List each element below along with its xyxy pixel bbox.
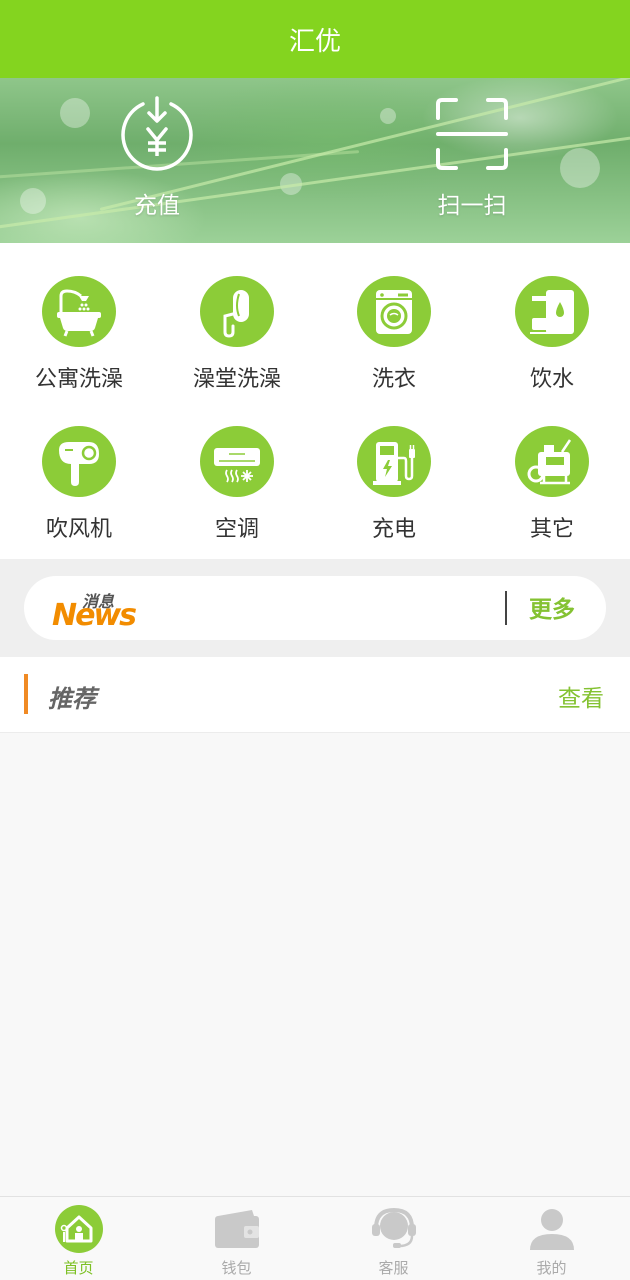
water-dispenser-icon (530, 289, 574, 334)
other-device-icon (527, 438, 572, 484)
service-label: 充电 (371, 517, 416, 542)
recommend-view-link[interactable]: 查看 (558, 679, 604, 713)
recommend-section: 推荐 查看 (0, 657, 630, 733)
service-icon-circle (200, 426, 274, 497)
service-icon-circle (42, 276, 116, 347)
home-icon (53, 1203, 105, 1255)
tab-home[interactable]: 首页 (0, 1197, 157, 1280)
air-conditioner-icon (214, 447, 260, 482)
service-label: 饮水 (529, 367, 574, 392)
news-logo: 消息 News (52, 588, 137, 633)
service-label: 洗衣 (371, 367, 416, 392)
shower-head-icon (223, 289, 249, 338)
tab-label: 我的 (536, 1259, 567, 1277)
recommend-title: 推荐 (48, 685, 96, 713)
banner-bokeh (380, 108, 396, 124)
service-hair-dryer[interactable]: 吹风机 (0, 393, 158, 543)
headset-icon (368, 1203, 420, 1255)
banner-bokeh (560, 148, 600, 188)
service-other[interactable]: 其它 (473, 393, 630, 543)
service-air-conditioner[interactable]: 空调 (158, 393, 316, 543)
news-logo-en: News (52, 598, 137, 633)
banner-bokeh (60, 98, 90, 128)
service-drinking-water[interactable]: 饮水 (473, 243, 630, 393)
service-label: 其它 (529, 517, 574, 542)
app-title: 汇优 (288, 26, 341, 57)
service-icon-circle (200, 276, 274, 347)
wallet-icon (211, 1203, 263, 1255)
news-divider (505, 591, 507, 625)
tab-wallet[interactable]: 钱包 (158, 1197, 315, 1280)
news-more-link[interactable]: 更多 (529, 590, 575, 624)
news-section: 消息 News 更多 (0, 559, 630, 657)
service-icon-circle (357, 426, 431, 497)
service-label: 空调 (214, 517, 259, 542)
scan-frame-icon (436, 98, 508, 170)
service-icon-circle (357, 276, 431, 347)
tab-label: 客服 (378, 1259, 409, 1277)
scan-label: 扫一扫 (437, 193, 507, 219)
banner-bokeh (20, 188, 46, 214)
banner: 充值 扫一扫 (0, 78, 630, 243)
bottom-tab-bar: 首页 钱包 客服 我的 (0, 1196, 630, 1280)
service-laundry[interactable]: 洗衣 (315, 243, 473, 393)
service-icon-circle (515, 426, 589, 497)
user-icon (526, 1203, 578, 1255)
service-charging[interactable]: 充电 (315, 393, 473, 543)
app-header: 汇优 (0, 0, 630, 78)
service-apartment-bath[interactable]: 公寓洗澡 (0, 243, 158, 393)
recommend-accent-bar (24, 674, 28, 714)
news-bar[interactable]: 消息 News 更多 (24, 576, 606, 640)
recharge-button[interactable]: 充值 (97, 96, 217, 226)
charging-station-icon (373, 441, 415, 485)
tab-label: 钱包 (221, 1259, 252, 1277)
content-area (0, 734, 630, 1196)
scan-button[interactable]: 扫一扫 (412, 96, 532, 226)
hair-dryer-icon (59, 441, 99, 486)
tab-label: 首页 (63, 1259, 94, 1277)
tab-profile[interactable]: 我的 (473, 1197, 630, 1280)
service-label: 公寓洗澡 (34, 367, 123, 392)
service-grid: 公寓洗澡 澡堂洗澡 洗衣 饮水 吹风机 空调 充电 其它 (0, 243, 630, 559)
service-icon-circle (42, 426, 116, 497)
washing-machine-icon (376, 289, 412, 334)
bathtub-icon (57, 288, 101, 337)
recharge-yen-icon (121, 96, 193, 171)
service-bathhouse-bath[interactable]: 澡堂洗澡 (158, 243, 316, 393)
service-label: 澡堂洗澡 (192, 367, 281, 392)
recharge-label: 充值 (134, 193, 180, 219)
tab-customer-service[interactable]: 客服 (315, 1197, 472, 1280)
service-icon-circle (515, 276, 589, 347)
service-label: 吹风机 (45, 517, 112, 542)
banner-grass (0, 130, 630, 231)
